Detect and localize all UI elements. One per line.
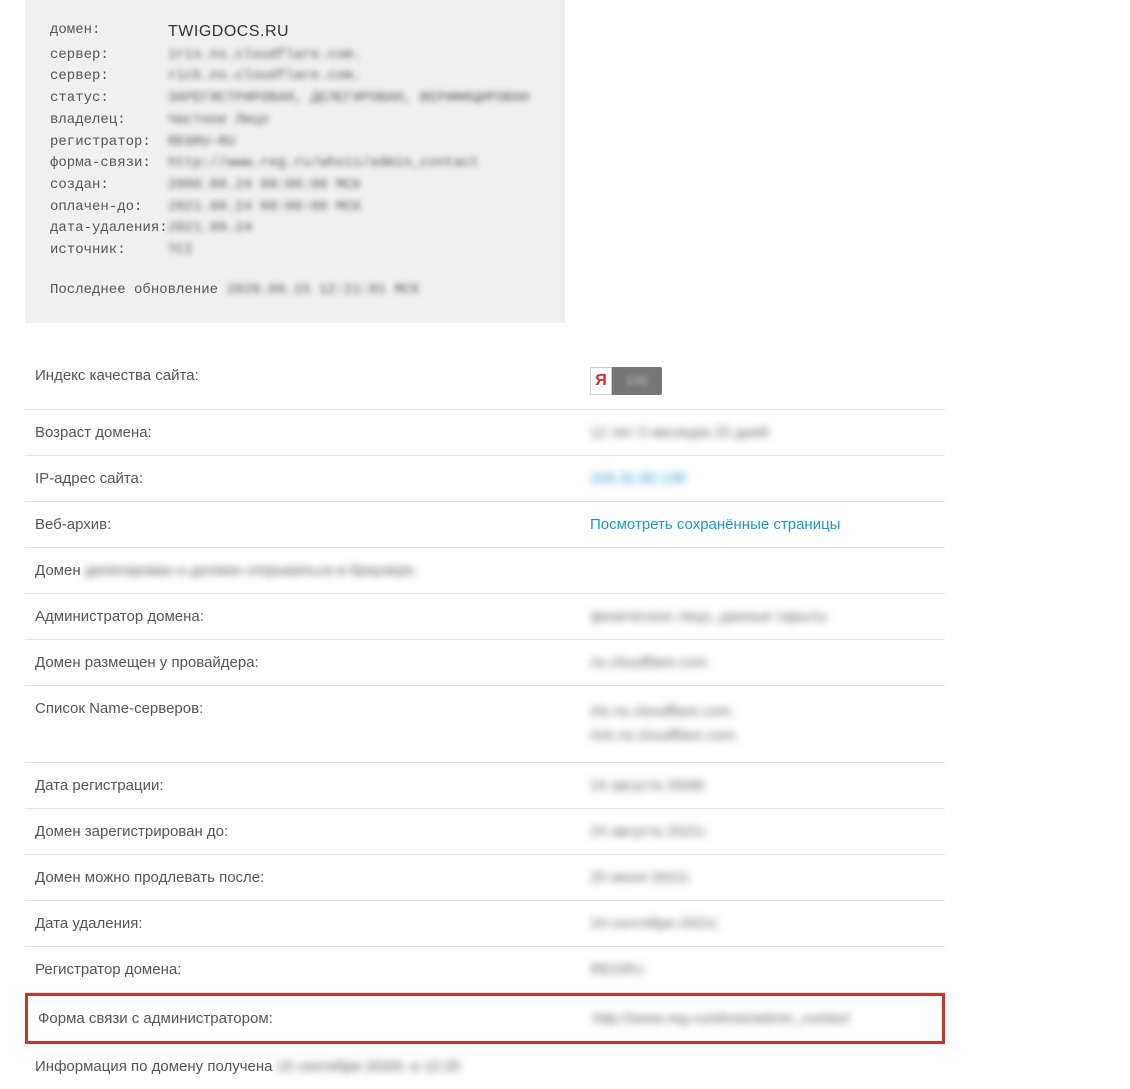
whois-value-owner: Частное Лицо [168, 110, 269, 132]
whois-footer-date: 2020.09.15 12:21:01 МСК [226, 282, 419, 298]
value-provider: ns.cloudflare.com [590, 654, 935, 671]
row-admin: Администратор домена: физическое лицо, д… [25, 594, 945, 640]
row-info-received: Информация по домену получена 15 сентябр… [25, 1044, 945, 1089]
label-delete-date: Дата удаления: [35, 915, 590, 932]
whois-value-created: 2008.08.24 00:00:00 МСК [168, 175, 361, 197]
yandex-value: 100 [612, 373, 662, 388]
row-renew-after: Домен можно продлевать после: 25 июня 20… [25, 855, 945, 901]
value-nameservers: iris.ns.cloudflare.com. rick.ns.cloudfla… [590, 700, 935, 748]
whois-raw-box: домен: TWIGDOCS.RU сервер: iris.ns.cloud… [25, 0, 565, 323]
domain-status-value: делегирован и должен открываться в брауз… [85, 562, 418, 579]
nameserver-1: iris.ns.cloudflare.com. [590, 700, 935, 724]
row-webarchive: Веб-архив: Посмотреть сохранённые страни… [25, 502, 945, 548]
whois-label-created: создан: [50, 175, 168, 197]
whois-label-contact-form: форма-связи: [50, 153, 168, 175]
whois-value-registrar: REGRU-RU [168, 132, 235, 154]
details-table: Индекс качества сайта: Я 100 Возраст дом… [25, 353, 945, 1089]
whois-label-registrar: регистратор: [50, 132, 168, 154]
value-webarchive-link[interactable]: Посмотреть сохранённые страницы [590, 516, 935, 533]
whois-label-server1: сервер: [50, 45, 168, 67]
whois-value-status: ЗАРЕГИСТРИРОВАН, ДЕЛЕГИРОВАН, ВЕРИФИЦИРО… [168, 88, 529, 110]
value-admin: физическое лицо, данные скрыты [590, 608, 935, 625]
nameserver-2: rick.ns.cloudflare.com. [590, 724, 935, 748]
domain-status-prefix: Домен [35, 562, 85, 579]
value-reg-date: 24 августа 2008г. [590, 777, 935, 794]
value-ip[interactable]: 104.31.82.136 [590, 470, 935, 487]
whois-value-server1: iris.ns.cloudflare.com. [168, 45, 361, 67]
value-quality-index: Я 100 [590, 367, 935, 395]
label-contact-form: Форма связи с администратором: [38, 1010, 593, 1027]
whois-label-source: источник: [50, 240, 168, 262]
yandex-letter: Я [590, 367, 612, 395]
row-reg-until: Домен зарегистрирован до: 24 августа 202… [25, 809, 945, 855]
whois-value-source: TCI [168, 240, 193, 262]
row-domain-age: Возраст домена: 12 лет 0 месяцев 25 дней [25, 410, 945, 456]
value-renew-after: 25 июня 2021г. [590, 869, 935, 886]
whois-label-delete-date: дата-удаления: [50, 218, 168, 240]
value-domain-age: 12 лет 0 месяцев 25 дней [590, 424, 935, 441]
value-registrar: REGRU [590, 961, 935, 978]
whois-label-owner: владелец: [50, 110, 168, 132]
label-nameservers: Список Name-серверов: [35, 700, 590, 717]
row-quality-index: Индекс качества сайта: Я 100 [25, 353, 945, 410]
yandex-badge-icon: Я 100 [590, 367, 662, 395]
row-domain-status: Домен делегирован и должен открываться в… [25, 548, 945, 594]
whois-value-paid-till: 2021.08.24 00:00:00 МСК [168, 197, 361, 219]
label-webarchive: Веб-архив: [35, 516, 590, 533]
label-reg-until: Домен зарегистрирован до: [35, 823, 590, 840]
label-domain-age: Возраст домена: [35, 424, 590, 441]
whois-label-server2: сервер: [50, 66, 168, 88]
whois-label-paid-till: оплачен-до: [50, 197, 168, 219]
whois-label-domain: домен: [50, 20, 168, 45]
row-nameservers: Список Name-серверов: iris.ns.cloudflare… [25, 686, 945, 763]
value-reg-until: 24 августа 2021г. [590, 823, 935, 840]
info-received-prefix: Информация по домену получена [35, 1058, 277, 1075]
label-renew-after: Домен можно продлевать после: [35, 869, 590, 886]
whois-label-status: статус: [50, 88, 168, 110]
label-registrar: Регистратор домена: [35, 961, 590, 978]
whois-footer-prefix: Последнее обновление [50, 282, 226, 298]
label-quality-index: Индекс качества сайта: [35, 367, 590, 384]
value-contact-form: http://www.reg.ru/whois/admin_contact [593, 1010, 932, 1027]
info-received-date: 15 сентября 2020г. в 12:25 [277, 1058, 461, 1075]
row-reg-date: Дата регистрации: 24 августа 2008г. [25, 763, 945, 809]
whois-value-contact-form: http://www.reg.ru/whois/admin_contact [168, 153, 479, 175]
row-contact-form-highlighted: Форма связи с администратором: http://ww… [25, 993, 945, 1044]
label-ip: IP-адрес сайта: [35, 470, 590, 487]
label-admin: Администратор домена: [35, 608, 590, 625]
whois-value-domain: TWIGDOCS.RU [168, 20, 289, 45]
whois-value-delete-date: 2021.09.24 [168, 218, 252, 240]
whois-value-server2: rick.ns.cloudflare.com. [168, 66, 361, 88]
row-delete-date: Дата удаления: 24 сентября 2021г. [25, 901, 945, 947]
label-reg-date: Дата регистрации: [35, 777, 590, 794]
label-provider: Домен размещен у провайдера: [35, 654, 590, 671]
row-ip: IP-адрес сайта: 104.31.82.136 [25, 456, 945, 502]
row-provider: Домен размещен у провайдера: ns.cloudfla… [25, 640, 945, 686]
row-registrar: Регистратор домена: REGRU [25, 947, 945, 993]
value-delete-date: 24 сентября 2021г. [590, 915, 935, 932]
